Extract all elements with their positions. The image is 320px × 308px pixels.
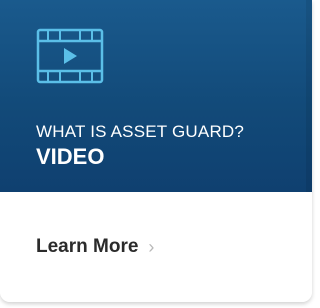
learn-more-link[interactable]: Learn More › [36,236,154,258]
card-title: VIDEO [36,144,105,169]
video-player-icon [36,28,104,84]
video-card[interactable]: WHAT IS ASSET GUARD? VIDEO Learn More › [0,0,312,302]
learn-more-label: Learn More [36,236,139,257]
card-eyebrow: WHAT IS ASSET GUARD? [36,122,245,141]
card-hero: WHAT IS ASSET GUARD? VIDEO [0,0,312,192]
card-footer: Learn More › [0,192,312,302]
card-edge-shadow [306,0,312,192]
chevron-right-icon: › [148,237,155,257]
